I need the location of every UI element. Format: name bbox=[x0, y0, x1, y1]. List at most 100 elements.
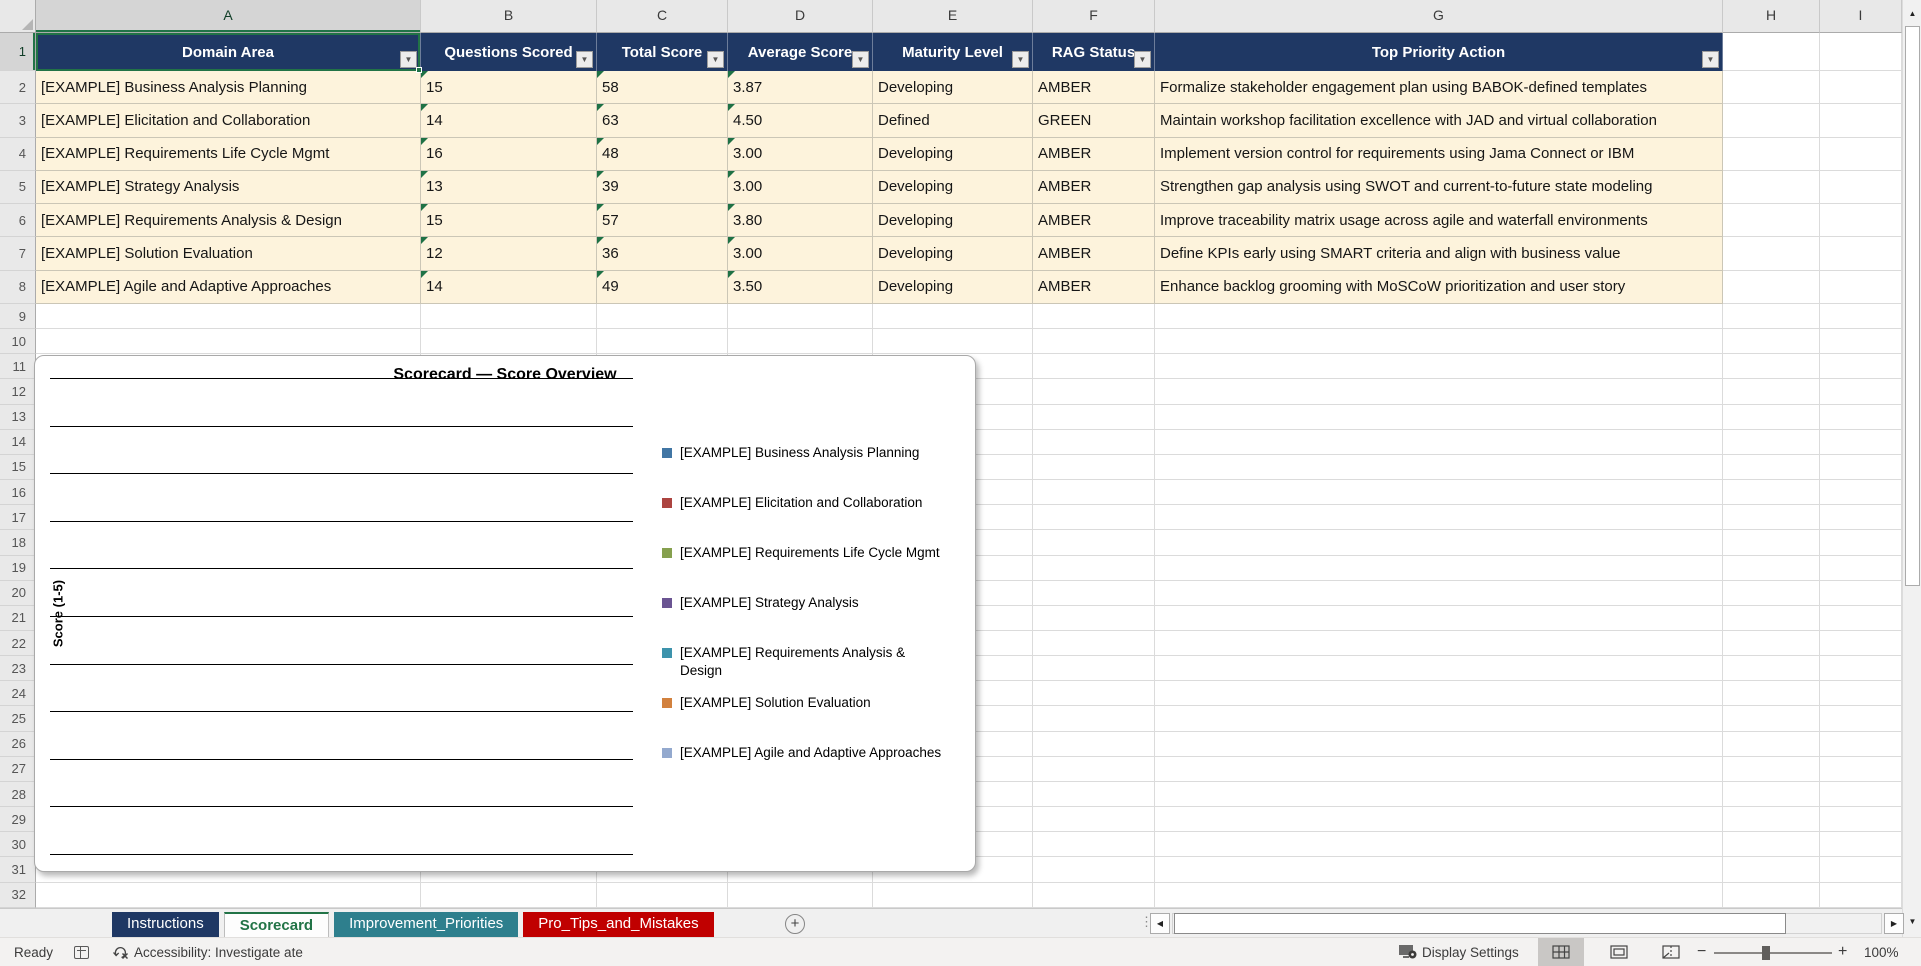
table-cell[interactable]: Strengthen gap analysis using SWOT and c… bbox=[1155, 171, 1723, 204]
empty-cell[interactable] bbox=[1155, 883, 1723, 908]
empty-cell[interactable] bbox=[1155, 681, 1723, 706]
empty-cell[interactable] bbox=[1033, 304, 1155, 329]
empty-cell[interactable] bbox=[1155, 329, 1723, 354]
empty-cell[interactable] bbox=[1155, 807, 1723, 832]
empty-cell[interactable] bbox=[1033, 329, 1155, 354]
empty-cell[interactable] bbox=[1155, 832, 1723, 857]
empty-cell[interactable] bbox=[1723, 138, 1820, 171]
vertical-scrollbar-thumb[interactable] bbox=[1905, 26, 1920, 586]
empty-cell[interactable] bbox=[1723, 606, 1820, 631]
empty-cell[interactable] bbox=[1723, 104, 1820, 137]
empty-cell[interactable] bbox=[1723, 354, 1820, 379]
empty-cell[interactable] bbox=[1723, 304, 1820, 329]
zoom-level[interactable]: 100% bbox=[1864, 938, 1899, 966]
empty-cell[interactable] bbox=[1723, 480, 1820, 505]
empty-cell[interactable] bbox=[1723, 631, 1820, 656]
accessibility-status[interactable]: Accessibility: Investigate ate bbox=[134, 938, 303, 966]
column-header-E[interactable]: E bbox=[873, 0, 1033, 33]
empty-cell[interactable] bbox=[36, 304, 421, 329]
table-cell[interactable]: [EXAMPLE] Elicitation and Collaboration bbox=[36, 104, 421, 137]
row-header-11[interactable]: 11 bbox=[0, 354, 36, 379]
table-header-cell[interactable]: Domain Area▼ bbox=[36, 33, 421, 71]
empty-cell[interactable] bbox=[1820, 606, 1902, 631]
empty-cell[interactable] bbox=[1820, 405, 1902, 430]
empty-cell[interactable] bbox=[1033, 354, 1155, 379]
table-cell[interactable]: Developing bbox=[873, 138, 1033, 171]
embedded-chart[interactable]: Scorecard — Score Overview Score (1-5) [… bbox=[34, 355, 976, 872]
row-header-8[interactable]: 8 bbox=[0, 271, 36, 304]
vertical-scrollbar[interactable]: ▲ ▼ bbox=[1902, 0, 1921, 937]
sheet-tab-scorecard[interactable]: Scorecard bbox=[224, 912, 329, 937]
empty-cell[interactable] bbox=[1820, 204, 1902, 237]
empty-cell[interactable] bbox=[421, 304, 597, 329]
empty-cell[interactable] bbox=[1033, 883, 1155, 908]
empty-cell[interactable] bbox=[1723, 171, 1820, 204]
new-sheet-button[interactable]: + bbox=[785, 914, 805, 934]
filter-dropdown-icon[interactable]: ▼ bbox=[1134, 51, 1151, 68]
scroll-left-icon[interactable]: ◀ bbox=[1150, 913, 1170, 934]
page-break-preview-icon[interactable] bbox=[1648, 938, 1694, 966]
filter-dropdown-icon[interactable]: ▼ bbox=[576, 51, 593, 68]
empty-cell[interactable] bbox=[1155, 505, 1723, 530]
macro-record-icon[interactable] bbox=[74, 938, 89, 966]
empty-cell[interactable] bbox=[1820, 556, 1902, 581]
row-header-3[interactable]: 3 bbox=[0, 104, 36, 137]
empty-cell[interactable] bbox=[1155, 354, 1723, 379]
empty-cell[interactable] bbox=[1155, 556, 1723, 581]
row-header-21[interactable]: 21 bbox=[0, 606, 36, 631]
row-header-23[interactable]: 23 bbox=[0, 656, 36, 681]
select-all-button[interactable] bbox=[0, 0, 36, 33]
row-header-32[interactable]: 32 bbox=[0, 883, 36, 908]
table-cell[interactable]: Developing bbox=[873, 71, 1033, 104]
table-cell[interactable]: 3.00 bbox=[728, 171, 873, 204]
row-header-19[interactable]: 19 bbox=[0, 556, 36, 581]
empty-cell[interactable] bbox=[1033, 782, 1155, 807]
zoom-slider-track[interactable] bbox=[1714, 952, 1832, 954]
empty-cell[interactable] bbox=[1820, 104, 1902, 137]
empty-cell[interactable] bbox=[1723, 732, 1820, 757]
table-cell[interactable]: 3.00 bbox=[728, 237, 873, 270]
empty-cell[interactable] bbox=[1820, 782, 1902, 807]
empty-cell[interactable] bbox=[1820, 530, 1902, 555]
table-cell[interactable]: 13 bbox=[421, 171, 597, 204]
empty-cell[interactable] bbox=[1723, 530, 1820, 555]
empty-cell[interactable] bbox=[1155, 480, 1723, 505]
empty-cell[interactable] bbox=[1723, 757, 1820, 782]
empty-cell[interactable] bbox=[1820, 631, 1902, 656]
normal-view-icon[interactable] bbox=[1538, 938, 1584, 966]
empty-cell[interactable] bbox=[1033, 430, 1155, 455]
column-header-G[interactable]: G bbox=[1155, 0, 1723, 33]
empty-cell[interactable] bbox=[1820, 71, 1902, 104]
empty-cell[interactable] bbox=[1155, 379, 1723, 404]
table-cell[interactable]: 36 bbox=[597, 237, 728, 270]
empty-cell[interactable] bbox=[1820, 832, 1902, 857]
empty-cell[interactable] bbox=[1820, 732, 1902, 757]
empty-cell[interactable] bbox=[1723, 455, 1820, 480]
empty-cell[interactable] bbox=[1820, 480, 1902, 505]
row-header-15[interactable]: 15 bbox=[0, 455, 36, 480]
table-cell[interactable]: 48 bbox=[597, 138, 728, 171]
row-header-2[interactable]: 2 bbox=[0, 71, 36, 104]
row-header-5[interactable]: 5 bbox=[0, 171, 36, 204]
empty-cell[interactable] bbox=[1155, 581, 1723, 606]
empty-cell[interactable] bbox=[1820, 656, 1902, 681]
empty-cell[interactable] bbox=[1033, 455, 1155, 480]
empty-cell[interactable] bbox=[1155, 706, 1723, 731]
filter-dropdown-icon[interactable]: ▼ bbox=[852, 51, 869, 68]
empty-cell[interactable] bbox=[1820, 807, 1902, 832]
empty-cell[interactable] bbox=[1033, 631, 1155, 656]
empty-cell[interactable] bbox=[873, 329, 1033, 354]
table-header-cell[interactable]: RAG Status▼ bbox=[1033, 33, 1155, 71]
empty-cell[interactable] bbox=[1723, 807, 1820, 832]
selection-fill-handle[interactable] bbox=[416, 67, 422, 73]
column-header-A[interactable]: A bbox=[36, 0, 421, 33]
empty-cell[interactable] bbox=[1033, 505, 1155, 530]
empty-cell[interactable] bbox=[1820, 237, 1902, 270]
row-header-18[interactable]: 18 bbox=[0, 530, 36, 555]
table-cell[interactable]: GREEN bbox=[1033, 104, 1155, 137]
table-cell[interactable]: Defined bbox=[873, 104, 1033, 137]
table-cell[interactable]: 3.00 bbox=[728, 138, 873, 171]
empty-cell[interactable] bbox=[597, 304, 728, 329]
table-cell[interactable]: 14 bbox=[421, 271, 597, 304]
empty-cell[interactable] bbox=[1820, 304, 1902, 329]
